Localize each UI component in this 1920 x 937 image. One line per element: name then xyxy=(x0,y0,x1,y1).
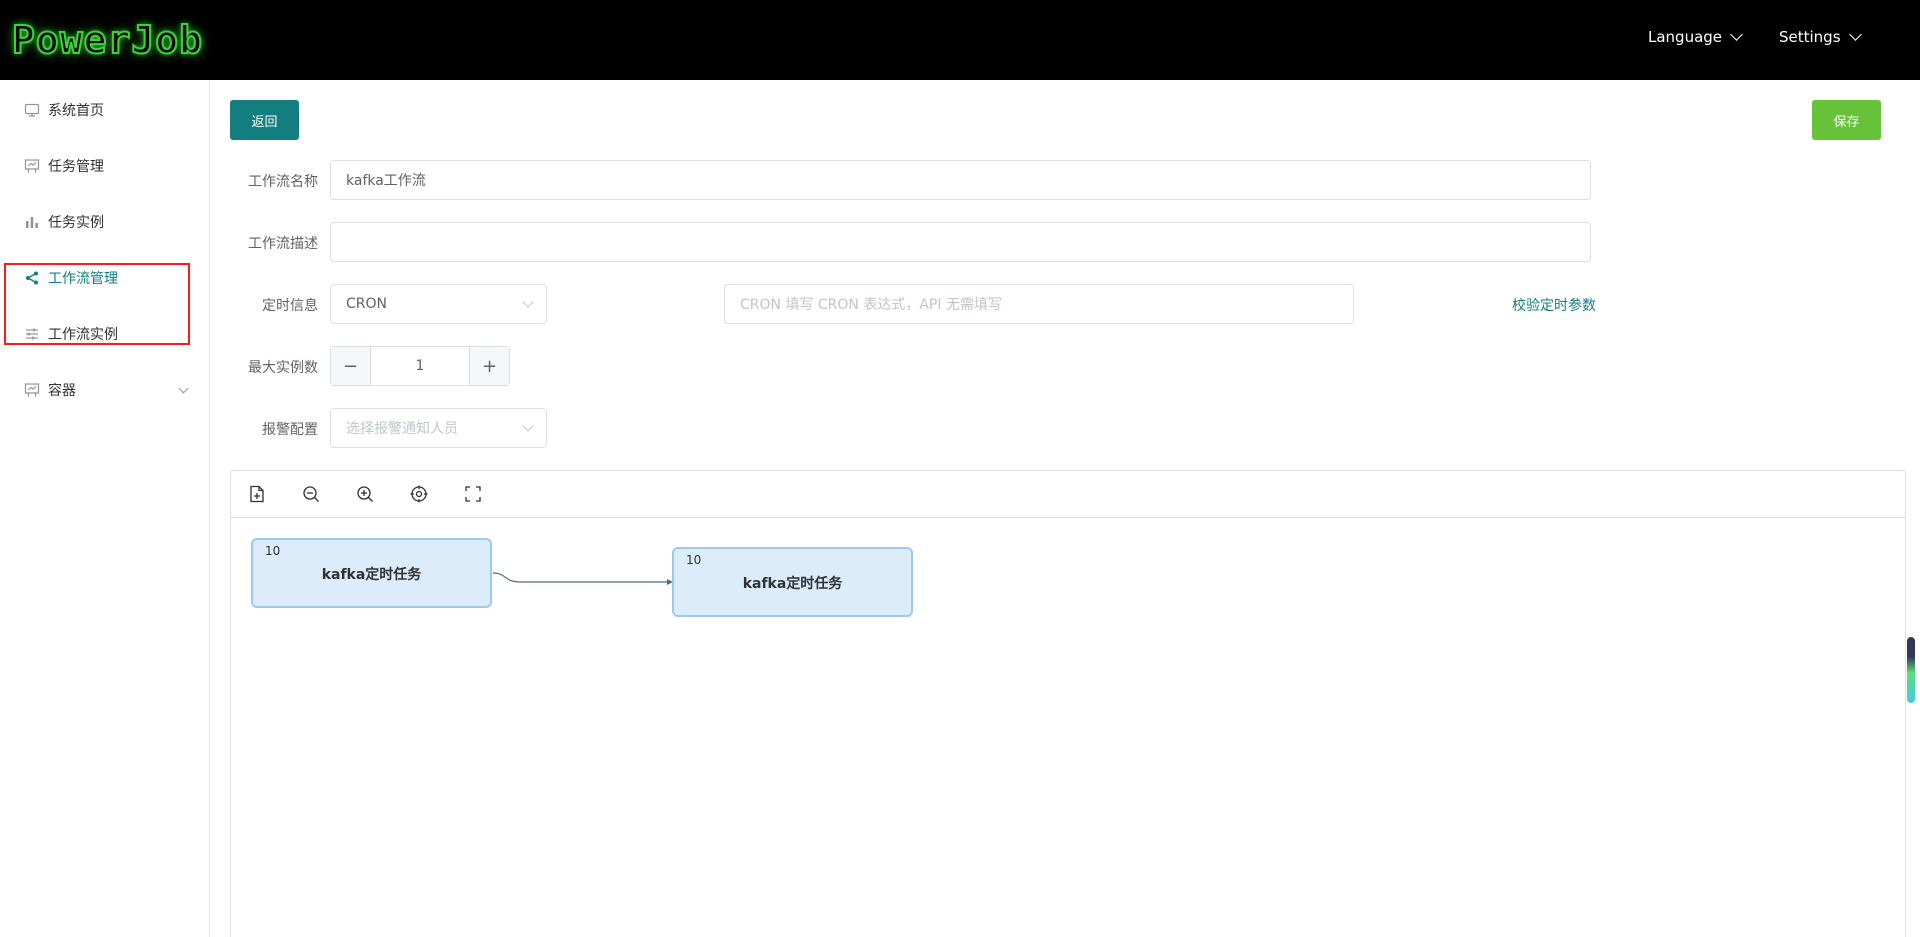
locate-icon[interactable] xyxy=(409,484,429,504)
workflow-desc-label: 工作流描述 xyxy=(248,236,318,252)
chevron-down-icon xyxy=(1730,28,1743,41)
sidebar-item-workflow-management[interactable]: 工作流管理 xyxy=(0,250,209,306)
sidebar-item-workflow-instances[interactable]: 工作流实例 xyxy=(0,306,209,362)
sidebar-item-home[interactable]: 系统首页 xyxy=(0,82,209,138)
alarm-select[interactable]: 选择报警通知人员 xyxy=(330,408,547,448)
add-node-icon[interactable] xyxy=(247,484,267,504)
workflow-node[interactable]: 10 kafka定时任务 xyxy=(672,547,913,617)
sidebar-item-label: 工作流管理 xyxy=(48,271,118,287)
presentation-icon xyxy=(24,382,40,398)
sidebar-item-label: 容器 xyxy=(48,383,76,399)
save-button[interactable]: 保存 xyxy=(1812,100,1881,140)
timing-expression-input[interactable]: CRON 填写 CRON 表达式，API 无需填写 xyxy=(724,284,1354,324)
bar-chart-icon xyxy=(24,214,40,230)
chevron-down-icon xyxy=(522,296,534,308)
max-instances-label: 最大实例数 xyxy=(248,360,318,376)
presentation-icon xyxy=(24,158,40,174)
sidebar-item-label: 系统首页 xyxy=(48,103,104,119)
language-menu[interactable]: Language xyxy=(1648,28,1743,46)
max-instances-stepper[interactable]: − 1 + xyxy=(330,346,510,386)
sidebar-item-label: 任务实例 xyxy=(48,215,104,231)
sidebar-item-label: 工作流实例 xyxy=(48,327,118,343)
decrement-button[interactable]: − xyxy=(331,347,371,385)
share-icon xyxy=(24,270,40,286)
fullscreen-icon[interactable] xyxy=(463,484,483,504)
validate-timing-link[interactable]: 校验定时参数 xyxy=(1512,295,1596,315)
chevron-down-icon xyxy=(1848,28,1862,41)
timing-type-value: CRON xyxy=(346,296,387,312)
sliders-icon xyxy=(24,326,40,342)
alarm-placeholder: 选择报警通知人员 xyxy=(346,421,458,437)
top-header: PowerJob Language Settings xyxy=(0,0,1920,80)
node-name: kafka定时任务 xyxy=(321,567,422,583)
sidebar-item-label: 任务管理 xyxy=(48,159,104,175)
node-id: 10 xyxy=(686,553,702,567)
workflow-name-label: 工作流名称 xyxy=(248,174,318,190)
language-label: Language xyxy=(1648,28,1723,46)
sidebar-item-jobs[interactable]: 任务管理 xyxy=(0,138,209,194)
zoom-in-icon[interactable] xyxy=(355,484,375,504)
monitor-icon xyxy=(24,102,40,118)
node-name: kafka定时任务 xyxy=(742,576,843,592)
canvas-scrollbar[interactable] xyxy=(1907,637,1915,703)
back-button[interactable]: 返回 xyxy=(230,100,299,140)
timing-label: 定时信息 xyxy=(262,298,318,314)
workflow-canvas[interactable]: 10 kafka定时任务 10 kafka定时任务 xyxy=(230,470,1906,937)
settings-label: Settings xyxy=(1779,28,1841,46)
node-id: 10 xyxy=(265,544,281,558)
workflow-desc-input[interactable] xyxy=(330,222,1591,262)
sidebar-item-containers[interactable]: 容器 xyxy=(0,362,209,418)
workflow-name-input[interactable]: kafka工作流 xyxy=(330,160,1591,200)
sidebar-item-job-instances[interactable]: 任务实例 xyxy=(0,194,209,250)
alarm-label: 报警配置 xyxy=(262,422,318,438)
canvas-toolbar xyxy=(231,471,1905,518)
chevron-down-icon xyxy=(522,420,534,432)
chevron-down-icon xyxy=(178,383,189,394)
zoom-out-icon[interactable] xyxy=(301,484,321,504)
sidebar: 系统首页 任务管理 任务实例 工作流管理 工作流实例 容器 xyxy=(0,80,210,937)
increment-button[interactable]: + xyxy=(469,347,509,385)
max-instances-value[interactable]: 1 xyxy=(371,347,469,385)
settings-menu[interactable]: Settings xyxy=(1779,28,1862,46)
timing-type-select[interactable]: CRON xyxy=(330,284,547,324)
workflow-node[interactable]: 10 kafka定时任务 xyxy=(251,538,492,608)
logo: PowerJob xyxy=(11,17,204,63)
